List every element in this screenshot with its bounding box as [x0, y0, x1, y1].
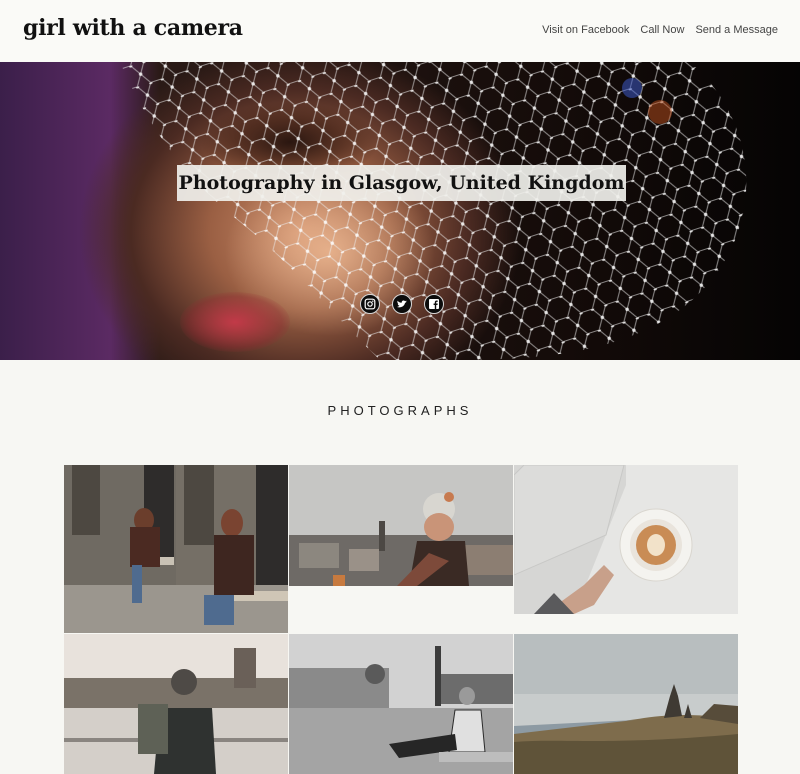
nav-link-call[interactable]: Call Now	[640, 24, 684, 36]
photo-tile-landscape[interactable]	[514, 634, 738, 774]
twitter-icon[interactable]	[392, 294, 412, 314]
photo-tile-cafe-street[interactable]	[64, 465, 288, 633]
site-brand[interactable]: girl with a camera	[23, 15, 243, 41]
section-title-photographs: PHOTOGRAPHS	[327, 403, 473, 418]
photo-tile-city-view[interactable]	[289, 465, 513, 586]
nav-link-facebook[interactable]: Visit on Facebook	[542, 24, 629, 36]
site-header: girl with a camera Visit on Facebook Cal…	[0, 0, 800, 62]
hero-title: Photography in Glasgow, United Kingdom	[177, 165, 626, 201]
nav-link-message[interactable]: Send a Message	[695, 24, 778, 36]
photo-tile-coffee-laptop[interactable]	[514, 465, 738, 614]
header-nav: Visit on Facebook Call Now Send a Messag…	[542, 24, 778, 36]
social-links	[360, 294, 444, 314]
instagram-icon[interactable]	[360, 294, 380, 314]
hero-veil-net	[120, 62, 747, 360]
photo-tile-bw-street[interactable]	[289, 634, 513, 774]
photo-tile-riverside[interactable]	[64, 634, 288, 774]
hero-banner: Photography in Glasgow, United Kingdom	[0, 62, 800, 360]
photo-grid	[64, 465, 738, 774]
facebook-icon[interactable]	[424, 294, 444, 314]
